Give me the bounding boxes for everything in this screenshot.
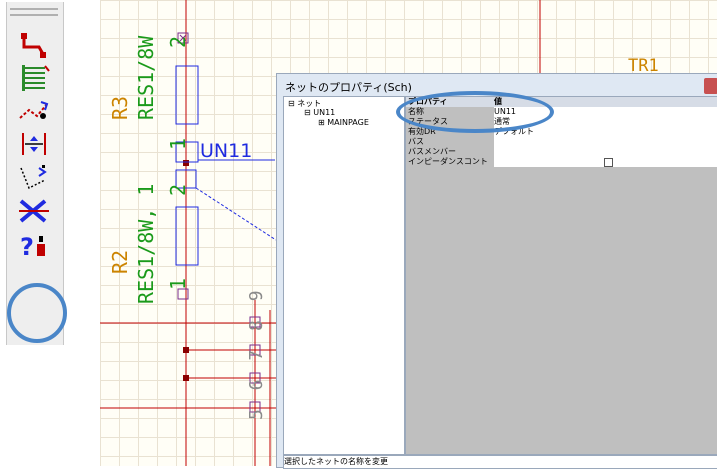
value-r2[interactable]: RES1/8W, 1 (134, 184, 158, 304)
grid-row[interactable]: バス (406, 137, 717, 147)
property-name: バス (408, 137, 424, 146)
toolbar-highlight-circle (7, 283, 67, 343)
tree-node-page[interactable]: ⊞ MAINPAGE (318, 118, 369, 127)
pin-number-mid-1: 1 (166, 137, 190, 150)
tree-page-label: MAINPAGE (327, 118, 369, 127)
property-name: インピーダンスコント (408, 157, 488, 166)
bus-icon[interactable] (15, 63, 53, 93)
property-value[interactable] (494, 147, 717, 157)
connector-pin-numbers: 5 6 7 8 9 (246, 286, 267, 420)
align-icon[interactable] (15, 129, 53, 159)
net-label-un11[interactable]: UN11 (200, 140, 252, 162)
ref-r3[interactable]: R3 (108, 96, 132, 120)
dialog-title: ネットのプロパティ(Sch) (285, 81, 412, 94)
toolbar-grip[interactable] (10, 8, 58, 16)
checkbox[interactable] (604, 158, 613, 167)
grid-row[interactable]: インピーダンスコント (406, 157, 717, 167)
property-grid[interactable]: プロパティ 値 名称 UN11 ステータス 通常 有効DR デフォルト バス バ… (405, 96, 717, 455)
name-field-highlight-circle (396, 91, 554, 133)
property-value[interactable]: デフォルト (494, 127, 717, 137)
net-properties-icon[interactable]: ? (15, 230, 53, 260)
svg-text:?: ? (20, 233, 34, 260)
route-icon[interactable] (15, 30, 53, 60)
status-text: 選択したネットの名称を変更 (284, 457, 388, 466)
toolbar: ? (0, 0, 70, 345)
pin-number-top: 2 (166, 35, 190, 48)
pin-number-bottom: 1 (166, 277, 190, 290)
net-connect-icon[interactable] (15, 96, 53, 126)
net-tree[interactable]: ⊟ ネット ⊟ UN11 ⊞ MAINPAGE (283, 96, 405, 455)
property-name: バスメンバー (408, 147, 456, 156)
grid-row[interactable]: バスメンバー (406, 147, 717, 157)
tree-net-label: UN11 (313, 108, 336, 117)
status-bar: 選択したネットの名称を変更 (283, 455, 717, 469)
net-properties-dialog: ネットのプロパティ(Sch) ⊟ ネット ⊟ UN11 ⊞ MAINPAGE プ… (276, 73, 717, 469)
tree-node-net[interactable]: ⊟ UN11 (304, 108, 335, 117)
rubber-band-icon[interactable] (15, 162, 53, 192)
value-r3[interactable]: RES1/8W (134, 36, 158, 120)
ref-r2[interactable]: R2 (108, 250, 132, 274)
tree-root-label: ネット (297, 99, 322, 108)
close-button[interactable] (704, 78, 717, 94)
property-value[interactable] (494, 157, 717, 167)
delete-net-icon[interactable] (15, 195, 53, 225)
property-value[interactable] (494, 137, 717, 147)
pin-number-mid-2: 2 (166, 183, 190, 196)
